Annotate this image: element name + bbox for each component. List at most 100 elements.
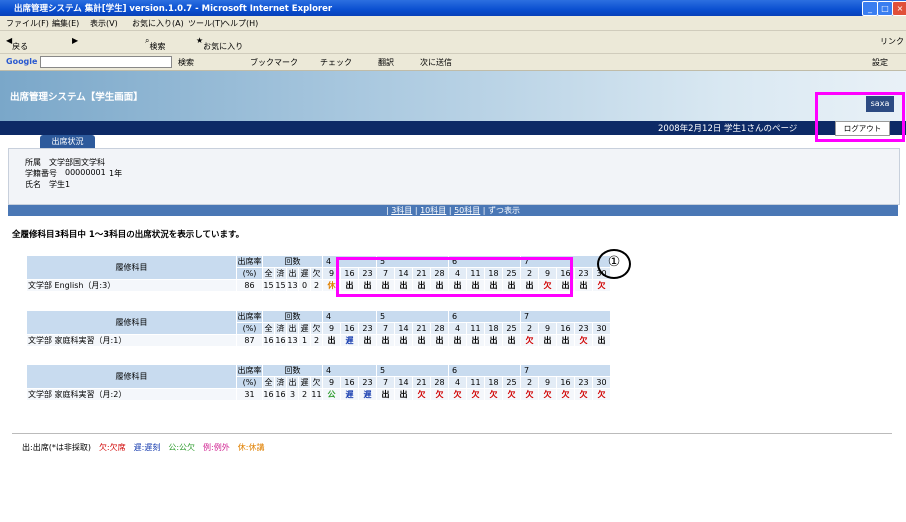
close-button[interactable]: × [892, 1, 906, 16]
attendance-mark: 遅 [358, 388, 377, 401]
count-col-header: 遅 [298, 322, 311, 335]
forward-icon[interactable]: ▶ [72, 36, 78, 45]
attendance-mark: 欠 [538, 388, 557, 401]
filter-10[interactable]: 10科目 [420, 206, 446, 215]
month-header: 6 [448, 310, 521, 323]
day-header: 11 [466, 322, 485, 335]
day-header: 23 [574, 322, 593, 335]
google-bookmarks-button[interactable]: ブックマーク [250, 57, 298, 68]
attendance-mark: 出 [394, 334, 413, 347]
google-search-input[interactable] [40, 56, 172, 68]
window-titlebar: 出席管理システム 集計[学生] version.1.0.7 - Microsof… [0, 0, 906, 16]
student-name-value: 学生1 [49, 180, 71, 189]
google-search-button[interactable]: 検索 [178, 57, 194, 68]
count-value: 13 [286, 334, 299, 347]
header-rate: 出席率 [236, 255, 263, 268]
count-value: 2 [310, 334, 323, 347]
attendance-mark: 欠 [574, 388, 593, 401]
menu-item-2[interactable]: 表示(V) [90, 18, 118, 29]
highlight-logout [815, 92, 905, 142]
annotation-marker: ① [597, 249, 631, 279]
links-label[interactable]: リンク [880, 36, 904, 47]
attendance-mark: 出 [484, 334, 503, 347]
count-value: 3 [286, 388, 299, 401]
count-value: 15 [274, 279, 287, 292]
maximize-button[interactable]: □ [877, 1, 893, 16]
back-label: 戻る [12, 42, 29, 51]
filter-50[interactable]: 50科目 [454, 206, 480, 215]
day-header: 30 [592, 322, 611, 335]
count-value: 16 [262, 388, 275, 401]
legend-item: 例:例外 [203, 443, 230, 452]
tab-attendance[interactable]: 出席状況 [40, 135, 95, 148]
back-button[interactable]: ◀ 戻る [6, 36, 28, 51]
filter-3[interactable]: 3科目 [391, 206, 412, 215]
attendance-mark: 欠 [430, 388, 449, 401]
attendance-mark: 出 [592, 334, 611, 347]
day-header: 4 [448, 322, 467, 335]
attendance-mark: 出 [466, 334, 485, 347]
attendance-mark: 出 [430, 334, 449, 347]
header-rate-unit: (%) [236, 322, 263, 335]
header-rate: 出席率 [236, 310, 263, 323]
search-button[interactable]: ⌕ 検索 [145, 36, 165, 51]
day-header: 30 [592, 376, 611, 389]
count-value: 13 [286, 279, 299, 292]
menu-item-4[interactable]: ツール(T) [188, 18, 223, 29]
month-header: 4 [322, 364, 377, 377]
day-header: 21 [412, 322, 431, 335]
google-settings-button[interactable]: 設定 [872, 57, 888, 68]
day-header: 16 [340, 376, 359, 389]
attendance-rate: 86 [236, 279, 263, 292]
day-header: 9 [322, 322, 341, 335]
google-translate-button[interactable]: 翻訳 [378, 57, 394, 68]
attendance-table: 履修科目 出席率 回数 4 5 6 7 (%) 全済出遅欠 9 16 23 7 14 21 28 4 11 18 25… [26, 310, 611, 347]
day-header: 18 [484, 376, 503, 389]
window-title: 出席管理システム 集計[学生] version.1.0.7 - Microsof… [14, 4, 333, 14]
attendance-mark: 遅 [340, 388, 359, 401]
count-value: 16 [274, 388, 287, 401]
attendance-mark: 出 [412, 334, 431, 347]
google-check-button[interactable]: チェック [320, 57, 352, 68]
attendance-rate: 31 [236, 388, 263, 401]
month-header: 5 [376, 310, 449, 323]
menu-item-3[interactable]: お気に入り(A) [132, 18, 184, 29]
course-name: 文学部 English（月:3） [26, 279, 237, 292]
google-send-button[interactable]: 次に送信 [420, 57, 452, 68]
attendance-mark: 欠 [556, 388, 575, 401]
day-header: 23 [358, 322, 377, 335]
minimize-button[interactable]: _ [862, 1, 878, 16]
day-header: 16 [556, 322, 575, 335]
attendance-mark: 出 [376, 388, 395, 401]
header-rate-unit: (%) [236, 376, 263, 389]
day-header: 25 [502, 376, 521, 389]
affil-value: 文学部国文学科 [49, 158, 105, 167]
student-name-label: 氏名 [25, 180, 41, 189]
header-course: 履修科目 [26, 364, 237, 389]
menu-item-0[interactable]: ファイル(F) [6, 18, 49, 29]
google-toolbar: Google 検索 ブックマーク チェック 翻訳 次に送信 設定 [0, 54, 906, 71]
attendance-mark: 欠 [520, 388, 539, 401]
menu-item-5[interactable]: ヘルプ(H) [222, 18, 258, 29]
count-col-header: 全 [262, 376, 275, 389]
menu-item-1[interactable]: 編集(E) [52, 18, 79, 29]
legend-item: 出:出席(*は非採取) [22, 443, 91, 452]
display-count-bar: | 3科目 | 10科目 | 50科目 | ずつ表示 [8, 205, 898, 216]
day-header: 16 [340, 322, 359, 335]
favorites-button[interactable]: ★ お気に入り [196, 36, 243, 51]
count-col-header: 済 [274, 376, 287, 389]
count-value: 16 [274, 334, 287, 347]
day-header: 23 [358, 376, 377, 389]
student-id-label: 学籍番号 [25, 169, 57, 178]
day-header: 9 [538, 322, 557, 335]
count-col-header: 欠 [310, 322, 323, 335]
attendance-mark: 出 [376, 334, 395, 347]
attendance-mark: 欠 [574, 334, 593, 347]
header-rate: 出席率 [236, 364, 263, 377]
legend: 出:出席(*は非採取) 欠:欠席 遅:遅刻 公:公欠 例:例外 休:休講 [22, 442, 272, 453]
day-header: 28 [430, 376, 449, 389]
attendance-mark: 欠 [448, 388, 467, 401]
attendance-mark: 出 [322, 334, 341, 347]
attendance-mark: 欠 [484, 388, 503, 401]
filter-suffix: ずつ表示 [488, 206, 521, 215]
